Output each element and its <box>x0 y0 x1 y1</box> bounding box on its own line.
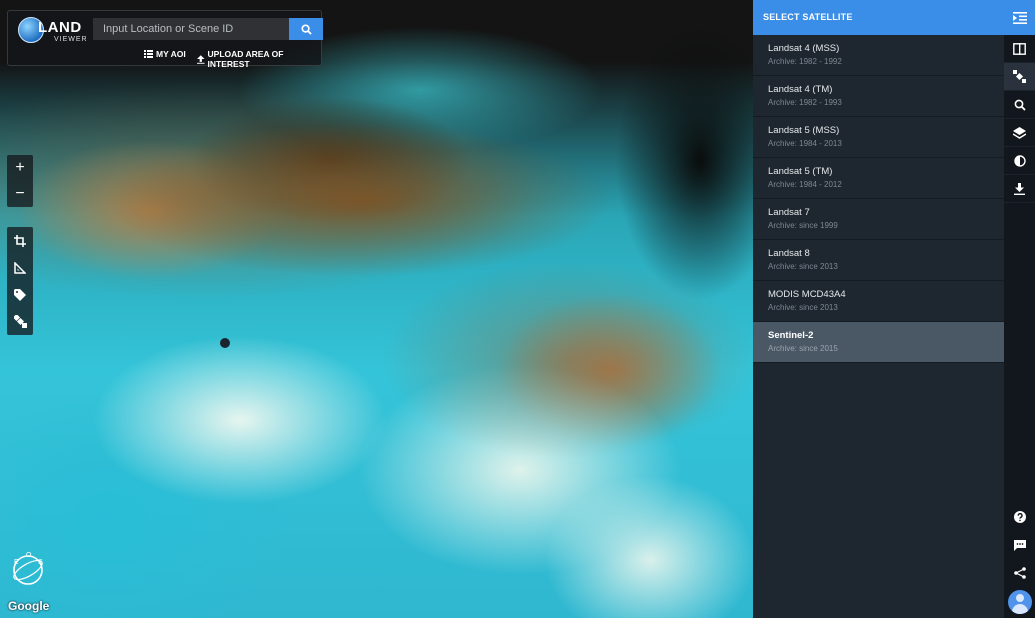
help-icon <box>1013 511 1026 523</box>
share-icon <box>1013 567 1026 579</box>
logo-text: LAND <box>38 19 82 36</box>
satellite-name: Landsat 4 (MSS) <box>768 43 840 54</box>
logo-subtext: VIEWER <box>54 36 88 43</box>
upload-aoi-label: UPLOAD AREA OF INTEREST <box>207 49 284 69</box>
measure-tool-button[interactable] <box>7 254 33 281</box>
crop-icon <box>14 234 26 247</box>
satellite-name: Landsat 8 <box>768 248 810 259</box>
crop-tool-button[interactable] <box>7 227 33 254</box>
contrast-button[interactable] <box>1004 147 1035 175</box>
zoom-in-button[interactable]: + <box>7 155 33 181</box>
satellite-archive: Archive: 1982 - 1993 <box>768 98 842 107</box>
svg-text:E: E <box>14 559 19 566</box>
my-aoi-label: MY AOI <box>156 49 186 59</box>
satellite-panel: SELECT SATELLITE Landsat 4 (MSS) Archive… <box>753 0 1004 618</box>
compare-button[interactable] <box>1004 35 1035 63</box>
my-aoi-button[interactable]: MY AOI <box>144 49 186 59</box>
satellite-select-button[interactable] <box>1004 63 1035 91</box>
zoom-controls: + − <box>7 155 33 207</box>
satellite-name: Landsat 4 (TM) <box>768 84 833 95</box>
satellite-item-selected[interactable]: Sentinel-2 Archive: since 2015 <box>753 322 1004 363</box>
contrast-icon <box>1013 154 1026 167</box>
map-land-layer <box>380 260 753 460</box>
download-button[interactable] <box>1004 175 1035 203</box>
satellite-name: Landsat 5 (MSS) <box>768 125 840 136</box>
satellite-item[interactable]: Landsat 5 (MSS) Archive: 1984 - 2013 <box>753 117 1004 158</box>
satellite-tool-button[interactable] <box>7 308 33 335</box>
list-icon <box>144 50 153 58</box>
rail-bottom <box>1004 503 1035 618</box>
tag-icon <box>14 288 26 301</box>
download-icon <box>1014 182 1025 195</box>
satellite-name: Landsat 7 <box>768 207 810 218</box>
layers-icon <box>1013 126 1026 139</box>
svg-text:S: S <box>38 559 43 566</box>
search-input[interactable] <box>93 18 289 40</box>
google-attribution: Google <box>8 599 50 613</box>
satellite-item[interactable]: Landsat 4 (MSS) Archive: 1982 - 1992 <box>753 35 1004 76</box>
satellite-name: MODIS MCD43A4 <box>768 289 846 300</box>
satellite-name: Sentinel-2 <box>768 330 814 341</box>
upload-aoi-button[interactable]: UPLOAD AREA OF INTEREST <box>197 49 321 69</box>
indent-icon <box>1012 11 1027 24</box>
search-button[interactable] <box>289 18 323 40</box>
eos-logo-icon[interactable]: E O S <box>10 552 46 588</box>
chat-icon <box>1013 540 1026 551</box>
satellite-archive: Archive: since 2015 <box>768 344 838 353</box>
satellite-archive: Archive: 1984 - 2013 <box>768 139 842 148</box>
collapse-panel-button[interactable] <box>1004 0 1035 35</box>
satellite-archive: Archive: since 1999 <box>768 221 838 230</box>
help-button[interactable] <box>1004 503 1035 531</box>
satellite-archive: Archive: since 2013 <box>768 262 838 271</box>
upload-icon <box>197 54 205 64</box>
search-button[interactable] <box>1004 91 1035 119</box>
satellite-archive: Archive: 1982 - 1992 <box>768 57 842 66</box>
satellite-icon <box>1013 70 1026 83</box>
satellite-name: Landsat 5 (TM) <box>768 166 833 177</box>
ruler-icon <box>14 261 26 274</box>
landviewer-logo[interactable]: LAND VIEWER <box>18 17 88 45</box>
svg-text:O: O <box>26 552 32 559</box>
layers-button[interactable] <box>1004 119 1035 147</box>
satellite-panel-title: SELECT SATELLITE <box>753 0 1004 35</box>
satellite-archive: Archive: since 2013 <box>768 303 838 312</box>
satellite-icon <box>13 315 27 328</box>
satellite-item[interactable]: Landsat 8 Archive: since 2013 <box>753 240 1004 281</box>
satellite-item[interactable]: Landsat 5 (TM) Archive: 1984 - 2012 <box>753 158 1004 199</box>
icon-rail <box>1004 0 1035 618</box>
search-panel: LAND VIEWER MY AOI <box>7 10 323 69</box>
satellite-item[interactable]: MODIS MCD43A4 Archive: since 2013 <box>753 281 1004 322</box>
user-avatar[interactable] <box>1007 590 1032 614</box>
aoi-row: MY AOI UPLOAD AREA OF INTEREST <box>8 47 321 69</box>
satellite-item[interactable]: Landsat 7 Archive: since 1999 <box>753 199 1004 240</box>
map-tools <box>7 227 33 335</box>
search-icon <box>300 23 312 35</box>
compare-icon <box>1013 42 1026 55</box>
map-marker[interactable] <box>220 338 230 348</box>
feedback-button[interactable] <box>1004 531 1035 559</box>
zoom-out-button[interactable]: − <box>7 181 33 207</box>
tag-tool-button[interactable] <box>7 281 33 308</box>
satellite-map[interactable]: LAND VIEWER MY AOI <box>0 0 753 618</box>
share-button[interactable] <box>1004 559 1035 587</box>
satellite-item[interactable]: Landsat 4 (TM) Archive: 1982 - 1993 <box>753 76 1004 117</box>
satellite-archive: Archive: 1984 - 2012 <box>768 180 842 189</box>
search-icon <box>1014 99 1026 111</box>
